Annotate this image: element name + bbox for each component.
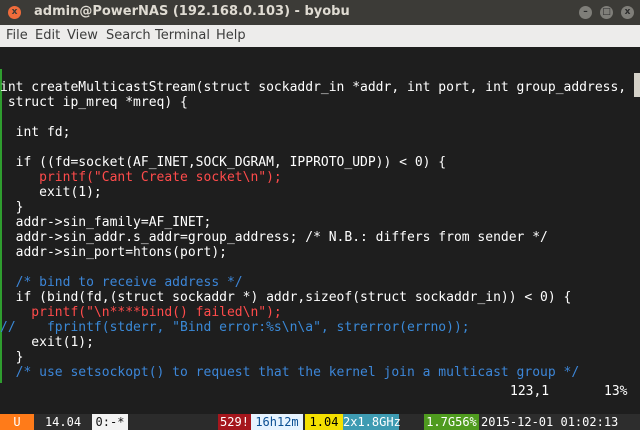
title-bar: x admin@PowerNAS (192.168.0.103) - byobu… [0,0,640,25]
menu-view[interactable]: View [67,28,98,43]
byobu-status-bar: U 14.04 0:-* 529! 16h12m 1.04 2x1.8GHz 1… [0,414,640,430]
code-line: exit(1); [0,185,102,200]
code-line: printf("Cant Create socket\n"); [0,170,282,185]
menu-edit[interactable]: Edit [35,28,60,43]
close-icon[interactable]: x [8,6,21,19]
code-line: int createMulticastStream(struct sockadd… [0,80,627,95]
datetime: 2015-12-01 01:02:13 [481,414,640,430]
code-line: } [0,200,24,215]
code-line: addr->sin_addr.s_addr=group_address; /* … [0,230,548,245]
code-line: if ((fd=socket(AF_INET,SOCK_DGRAM, IPPRO… [0,155,447,170]
memory-usage: 1.7G56% [424,414,479,430]
menu-file[interactable]: File [6,28,28,43]
scroll-percent: 13% [604,384,628,399]
code-line: /* use setsockopt() to request that the … [0,365,580,380]
process-count: 529! [218,414,251,430]
code-line: addr->sin_family=AF_INET; [0,215,212,230]
code-line: printf("\n****bind() failed\n"); [0,305,282,320]
code-line: // fprintf(stderr, "Bind error:%s\n\a", … [0,320,470,335]
code-line: int fd; [0,125,71,140]
session-window[interactable]: 0:-* [92,414,128,430]
uptime: 16h12m [251,414,303,430]
menu-terminal[interactable]: Terminal [155,28,210,43]
window-title: admin@PowerNAS (192.168.0.103) - byobu [34,4,350,19]
cpu-frequency: 2x1.8GHz [343,414,401,430]
code-line: if (bind(fd,(struct sockaddr *) addr,siz… [0,290,572,305]
menu-search[interactable]: Search [106,28,151,43]
code-line: /* bind to receive address */ [0,275,243,290]
terminal-area[interactable]: int createMulticastStream(struct sockadd… [0,47,640,414]
code-line: exit(1); [0,335,94,350]
ubuntu-version: 14.04 [34,414,92,430]
menu-bar: File Edit View Search Terminal Help [0,25,640,47]
minimize-icon[interactable]: – [579,6,592,19]
code-line: addr->sin_port=htons(port); [0,245,227,260]
menu-help[interactable]: Help [216,28,246,43]
code-line: struct ip_mreq *mreq) { [0,95,188,110]
cursor-position: 123,1 [510,384,550,399]
code-line: } [0,350,24,365]
close-button[interactable]: x [621,6,634,19]
ubuntu-icon: U [0,414,34,430]
load-average: 1.04 [305,414,343,430]
scrollbar-thumb[interactable] [634,73,640,97]
maximize-icon[interactable]: □ [600,6,613,19]
